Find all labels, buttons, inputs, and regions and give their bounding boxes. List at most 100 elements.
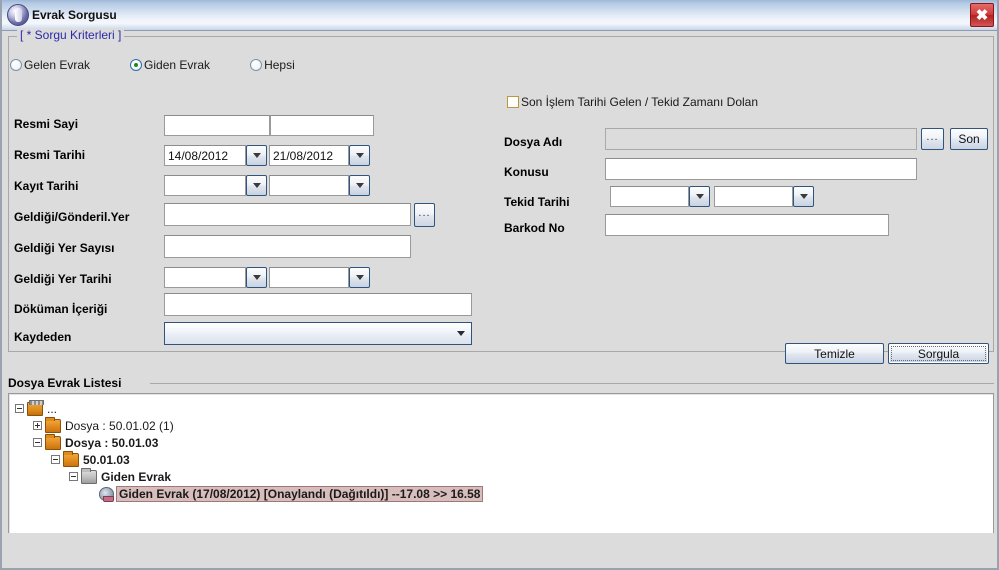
collapse-icon[interactable] [69, 472, 78, 481]
label-resmi-sayi: Resmi Sayi [14, 117, 79, 131]
son-islem-tarihi-label: Son İşlem Tarihi Gelen / Tekid Zamanı Do… [521, 95, 759, 109]
footer-bar [2, 533, 997, 568]
tree-node-label: ... [47, 401, 58, 416]
sorgula-button[interactable]: Sorgula [888, 343, 989, 364]
son-islem-tarihi-checkbox[interactable]: Son İşlem Tarihi Gelen / Tekid Zamanı Do… [507, 95, 758, 109]
geldigi-yer-tarihi-start-dropdown[interactable] [246, 267, 267, 288]
label-resmi-tarihi: Resmi Tarihi [14, 148, 86, 162]
label-geldigi-gonderil-yer: Geldiği/Gönderil.Yer [14, 210, 130, 224]
geldigi-yer-tarihi-start-input[interactable] [164, 267, 246, 288]
tree-node[interactable]: Giden Evrak (17/08/2012) [Onaylandı (Dağ… [15, 485, 993, 502]
collapse-icon[interactable] [33, 438, 42, 447]
label-geldigi-yer-sayisi: Geldiği Yer Sayısı [14, 241, 115, 255]
resmi-tarihi-start-dropdown[interactable] [246, 145, 267, 166]
label-dokuman-icerigi: Döküman İçeriği [14, 302, 108, 316]
kaydeden-combobox[interactable] [164, 322, 472, 345]
radio-gelen-evrak-label: Gelen Evrak [24, 58, 91, 72]
label-kayit-tarihi: Kayıt Tarihi [14, 179, 79, 193]
chevron-down-icon [457, 331, 465, 336]
radio-circle-selected-icon [130, 59, 143, 71]
folder-icon [45, 433, 61, 450]
tree-node-label: 50.01.03 [83, 452, 130, 467]
folder-gray-icon [81, 467, 97, 484]
kayit-tarihi-end-input[interactable] [269, 175, 349, 196]
geldigi-yer-browse-button[interactable]: ... [414, 203, 435, 227]
chevron-down-icon [252, 275, 261, 280]
focus-ring [891, 346, 986, 361]
label-konusu: Konusu [504, 165, 549, 179]
radio-giden-evrak[interactable]: Giden Evrak [130, 58, 210, 72]
tekid-tarihi-start-input[interactable] [610, 186, 689, 207]
label-barkod-no: Barkod No [504, 221, 565, 235]
radio-giden-evrak-label: Giden Evrak [144, 58, 211, 72]
window-title: Evrak Sorgusu [32, 8, 117, 22]
geldigi-yer-tarihi-end-input[interactable] [269, 267, 349, 288]
checkbox-icon [507, 96, 519, 108]
resmi-tarihi-end-dropdown[interactable] [349, 145, 370, 166]
tree-node[interactable]: Dosya : 50.01.02 (1) [15, 416, 993, 434]
sorgu-kriterleri-group: [ * Sorgu Kriterleri ] [8, 28, 994, 352]
radio-circle-icon [10, 59, 22, 71]
tree-node-label: Dosya : 50.01.03 [65, 435, 159, 450]
geldigi-yer-tarihi-end-dropdown[interactable] [349, 267, 370, 288]
evrak-sorgusu-window: Evrak Sorgusu ✖ [ * Sorgu Kriterleri ] G… [0, 0, 999, 570]
konusu-input[interactable] [605, 158, 917, 180]
resmi-sayi-input-2[interactable] [270, 115, 374, 136]
tree-node-label: Dosya : 50.01.02 (1) [65, 418, 174, 433]
kayit-tarihi-start-dropdown[interactable] [246, 175, 267, 196]
tree-node-label-selected: Giden Evrak (17/08/2012) [Onaylandı (Dağ… [116, 485, 484, 502]
chevron-down-icon [355, 153, 364, 158]
label-geldigi-yer-tarihi: Geldiği Yer Tarihi [14, 272, 112, 286]
temizle-button-label: Temizle [814, 346, 855, 361]
tree-node[interactable]: Giden Evrak [15, 467, 993, 485]
chevron-down-icon [695, 194, 704, 199]
dosya-adi-browse-button[interactable]: ... [921, 128, 944, 150]
radio-hepsi[interactable]: Hepsi [250, 58, 295, 72]
list-title-divider [150, 383, 994, 384]
kayit-tarihi-start-input[interactable] [164, 175, 246, 196]
folders-icon [27, 399, 44, 416]
kayit-tarihi-end-dropdown[interactable] [349, 175, 370, 196]
label-dosya-adi: Dosya Adı [504, 135, 563, 149]
tekid-tarihi-end-input[interactable] [714, 186, 793, 207]
radio-gelen-evrak[interactable]: Gelen Evrak [10, 58, 90, 72]
geldigi-yer-sayisi-input[interactable] [164, 235, 411, 258]
son-button-label: Son [958, 132, 980, 146]
tree-node[interactable]: Dosya : 50.01.03 [15, 433, 993, 451]
chevron-down-icon [799, 194, 808, 199]
folder-icon [63, 450, 79, 467]
tree-node[interactable]: ... [15, 399, 993, 417]
expand-icon[interactable] [33, 421, 42, 430]
close-icon[interactable]: ✖ [970, 3, 994, 27]
evrak-type-radio-group: Gelen Evrak Giden Evrak Hepsi [10, 58, 335, 72]
tree-node-label: Giden Evrak [101, 469, 172, 484]
window-body: [ * Sorgu Kriterleri ] Gelen Evrak Giden… [2, 28, 997, 568]
group-legend: [ * Sorgu Kriterleri ] [17, 28, 125, 42]
chevron-down-icon [355, 183, 364, 188]
dosya-adi-input[interactable] [605, 128, 917, 150]
barkod-no-input[interactable] [605, 214, 889, 236]
temizle-button[interactable]: Temizle [785, 343, 884, 364]
geldigi-gonderil-yer-input[interactable] [164, 203, 411, 226]
collapse-icon[interactable] [51, 455, 60, 464]
radio-circle-icon [250, 59, 263, 71]
chevron-down-icon [252, 183, 261, 188]
tekid-tarihi-start-dropdown[interactable] [689, 186, 710, 207]
resmi-tarihi-start-input[interactable] [164, 145, 246, 166]
resmi-tarihi-end-input[interactable] [269, 145, 349, 166]
collapse-icon[interactable] [15, 404, 24, 413]
tekid-tarihi-end-dropdown[interactable] [793, 186, 814, 207]
dokuman-icerigi-input[interactable] [164, 293, 472, 316]
son-button[interactable]: Son [950, 128, 988, 150]
app-icon [7, 4, 29, 26]
tree-node[interactable]: 50.01.03 [15, 450, 993, 468]
label-tekid-tarihi: Tekid Tarihi [504, 195, 570, 209]
chevron-down-icon [355, 275, 364, 280]
document-icon [99, 486, 114, 502]
radio-hepsi-label: Hepsi [264, 58, 295, 72]
label-kaydeden: Kaydeden [14, 330, 72, 344]
title-bar: Evrak Sorgusu ✖ [2, 0, 997, 31]
resmi-sayi-input-1[interactable] [164, 115, 270, 136]
folder-icon [45, 416, 61, 433]
chevron-down-icon [252, 153, 261, 158]
